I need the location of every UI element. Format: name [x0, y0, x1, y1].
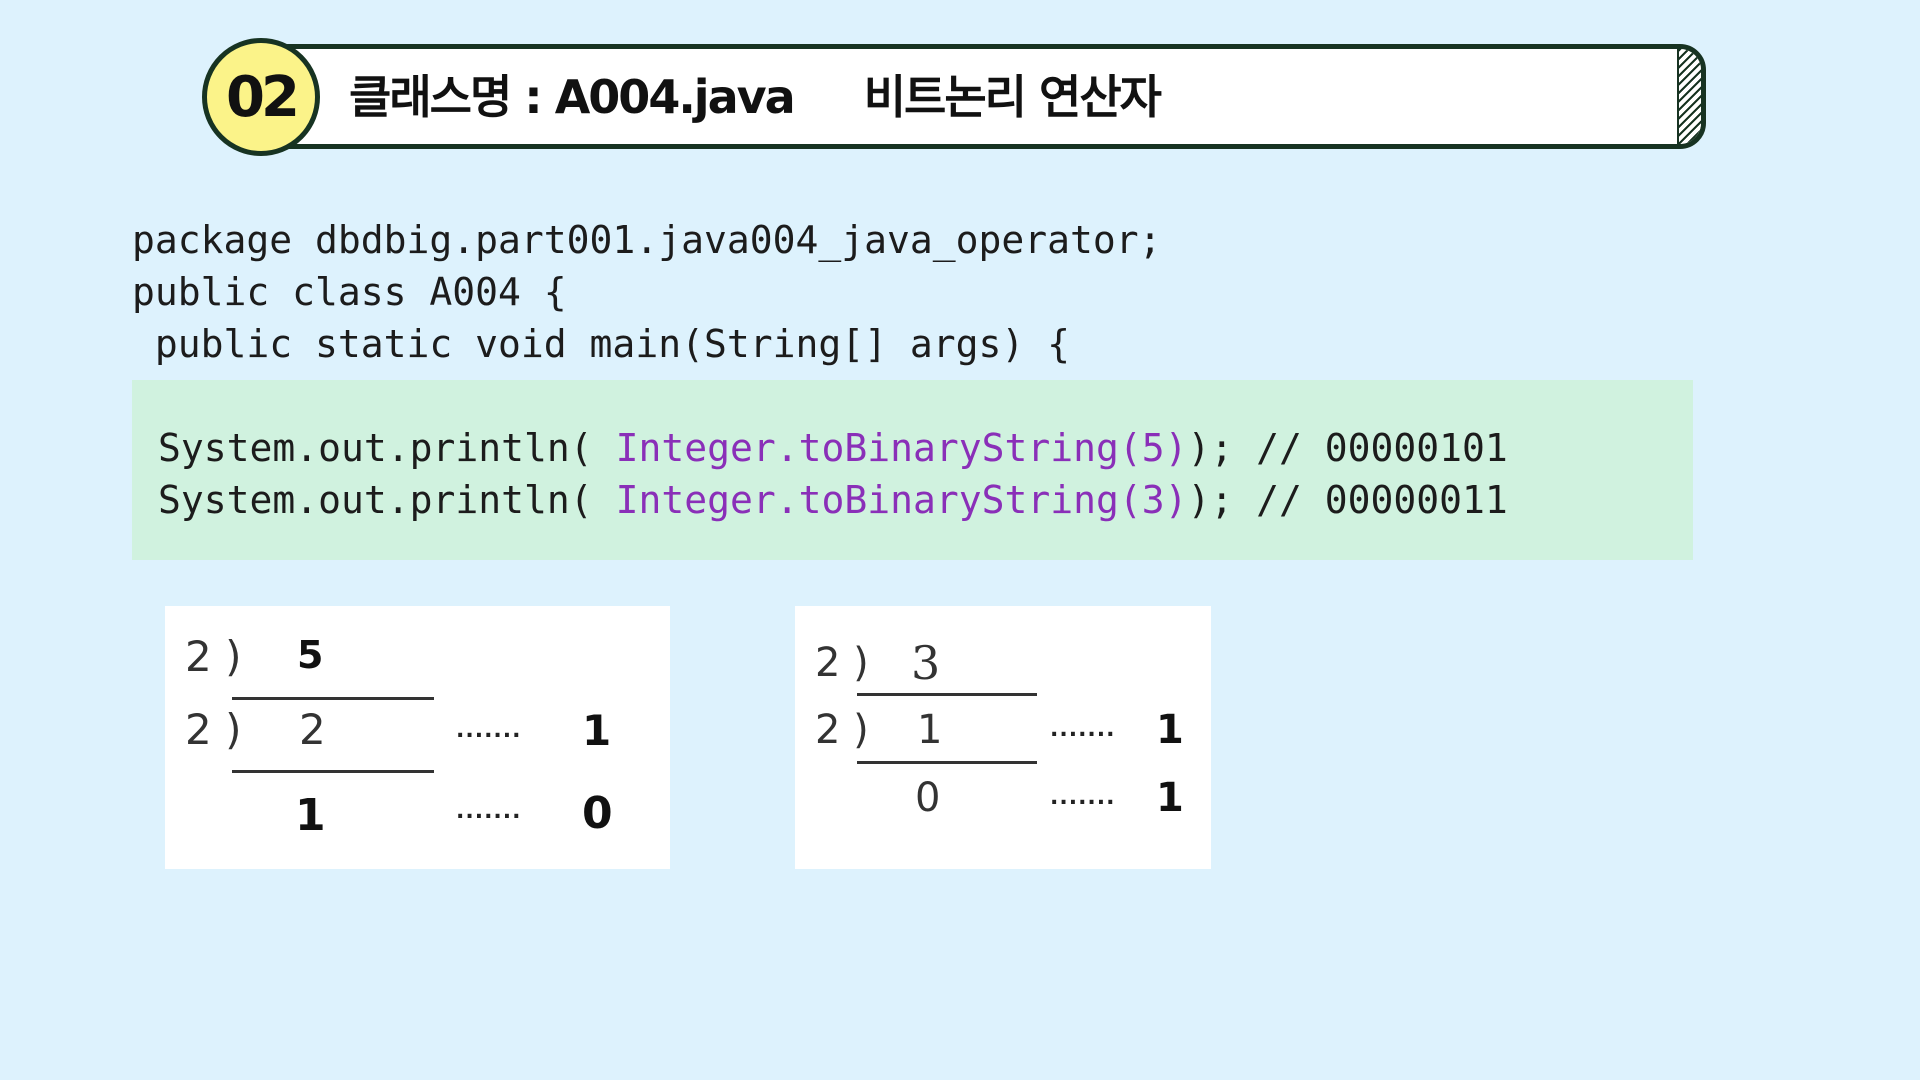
code-line-class: public class A004 { [132, 270, 567, 314]
code-comment: ); // 00000101 [1187, 426, 1508, 470]
division-line [857, 693, 1037, 696]
binary-division-figure-3: 2 ) 3 2 ) 1 ....... 1 0 ....... 1 [795, 606, 1211, 869]
dividend-value: 5 [297, 633, 324, 677]
binary-division-figure-5: 2 ) 5 2 ) 2 ....... 1 1 ....... 0 [165, 606, 670, 869]
division-line [232, 697, 434, 700]
divisor-label: 2 ) [815, 640, 869, 686]
slide: 클래스명 : A004.java 비트논리 연산자 02 package dbd… [0, 0, 1920, 1080]
remainder-value: 1 [582, 706, 612, 755]
division-line [232, 770, 434, 773]
title-bar: 클래스명 : A004.java 비트논리 연산자 [262, 44, 1706, 149]
dotted-leader: ....... [1050, 785, 1116, 810]
code-comment: ); // 00000011 [1187, 478, 1508, 522]
quotient-value: 1 [917, 707, 943, 753]
remainder-value: 0 [582, 788, 613, 839]
dotted-leader: ....... [456, 718, 522, 743]
title-bar-hatch-decoration [1677, 49, 1701, 144]
quotient-value: 2 [299, 705, 326, 754]
division-line [857, 761, 1037, 764]
dividend-value: 3 [911, 636, 941, 690]
dotted-leader: ....... [456, 799, 522, 824]
section-number-badge: 02 [202, 38, 320, 156]
slide-title: 클래스명 : A004.java 비트논리 연산자 [349, 70, 1162, 124]
final-quotient-value: 0 [915, 775, 941, 821]
code-line-println-3: System.out.println( Integer.toBinaryStri… [158, 474, 1508, 526]
code-line-main: public static void main(String[] args) { [132, 322, 1070, 366]
dotted-leader: ....... [1050, 717, 1116, 742]
final-quotient-value: 1 [295, 790, 326, 841]
code-println-prefix: System.out.println( [158, 426, 616, 470]
code-println-prefix: System.out.println( [158, 478, 616, 522]
section-number: 02 [226, 64, 300, 130]
remainder-value: 1 [1156, 707, 1184, 753]
divisor-label: 2 ) [185, 705, 242, 754]
code-binary-call: Integer.toBinaryString(5) [615, 426, 1188, 470]
code-line-println-5: System.out.println( Integer.toBinaryStri… [158, 422, 1508, 474]
remainder-value: 1 [1156, 775, 1184, 821]
code-line-package: package dbdbig.part001.java004_java_oper… [132, 218, 1162, 262]
divisor-label: 2 ) [815, 707, 869, 753]
divisor-label: 2 ) [185, 632, 242, 681]
code-binary-call: Integer.toBinaryString(3) [615, 478, 1188, 522]
